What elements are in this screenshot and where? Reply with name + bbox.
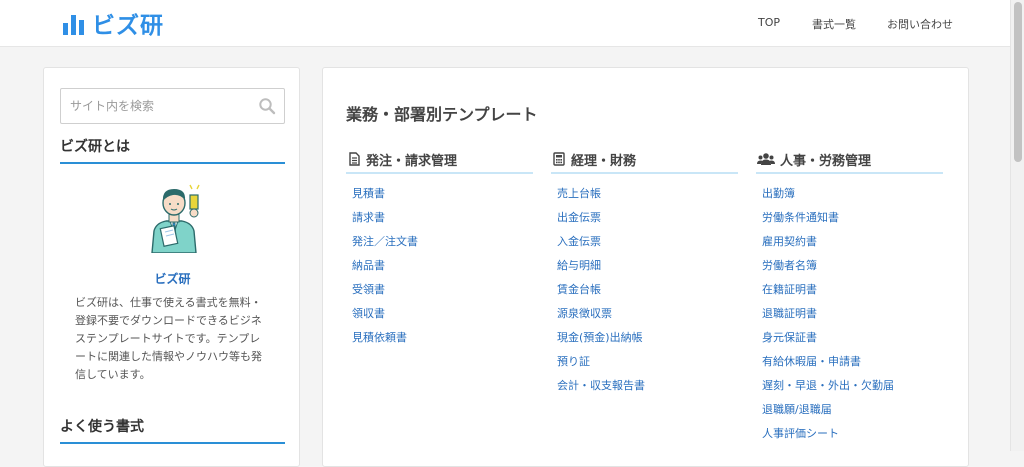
template-link[interactable]: 発注／注文書 [352,235,418,248]
search-box [60,88,285,124]
template-link[interactable]: 有給休暇届・申請書 [762,355,861,368]
category-title: 人事・労務管理 [780,153,872,169]
category-header: 発注・請求管理 [346,146,533,174]
template-link[interactable]: 人事評価シート [762,427,839,440]
document-icon [349,152,360,166]
template-link[interactable]: 在籍証明書 [762,283,817,296]
page-scrollbar[interactable] [1010,0,1024,451]
category-accounting-finance: 経理・財務 売上台帳 出金伝票 入金伝票 給与明細 賃金台帳 源泉徴収票 現金(… [551,146,738,400]
template-link-list: 売上台帳 出金伝票 入金伝票 給与明細 賃金台帳 源泉徴収票 現金(預金)出納帳… [551,184,738,400]
template-link-list: 見積書 請求書 発注／注文書 納品書 受領書 領収書 見積依頼書 [346,184,533,352]
sidebar: ビズ研とは ビズ研 ビズ研は、仕事で使える書式を無料・登録不要でダウンロードでき… [43,67,300,467]
template-link[interactable]: 売上台帳 [557,187,601,200]
businessman-illustration-icon [151,184,200,253]
template-link[interactable]: 雇用契約書 [762,235,817,248]
template-link[interactable]: 領収書 [352,307,385,320]
template-link[interactable]: 受領書 [352,283,385,296]
category-header: 経理・財務 [551,146,738,174]
nav-top-link[interactable]: TOP [758,16,780,29]
category-ordering-billing: 発注・請求管理 見積書 請求書 発注／注文書 納品書 受領書 領収書 見積依頼書 [346,146,533,352]
nav-format-list-link[interactable]: 書式一覧 [812,16,856,32]
template-link[interactable]: 入金伝票 [557,235,601,248]
template-link[interactable]: 給与明細 [557,259,601,272]
search-icon[interactable] [258,97,276,115]
scrollbar-thumb[interactable] [1014,2,1022,162]
about-description: ビズ研は、仕事で使える書式を無料・登録不要でダウンロードできるビジネステンプレー… [75,296,262,381]
template-link[interactable]: 納品書 [352,259,385,272]
top-nav: TOP 書式一覧 お問い合わせ [0,16,1010,32]
template-link[interactable]: 出金伝票 [557,211,601,224]
section-title: 業務・部署別テンプレート [346,105,538,124]
calculator-icon [553,152,565,166]
about-heading: ビズ研とは [60,138,285,164]
category-hr-labor: 人事・労務管理 出勤簿 労働条件通知書 雇用契約書 労働者名簿 在籍証明書 退職… [756,146,943,448]
template-link[interactable]: 会計・収支報告書 [557,379,645,392]
site-header: ビズ研 TOP 書式一覧 お問い合わせ [0,0,1010,47]
template-link[interactable]: 労働条件通知書 [762,211,839,224]
frequent-formats-heading: よく使う書式 [60,418,285,444]
template-link[interactable]: 労働者名簿 [762,259,817,272]
category-title: 経理・財務 [571,153,637,169]
template-link[interactable]: 預り証 [557,355,590,368]
category-header: 人事・労務管理 [756,146,943,174]
template-link[interactable]: 見積依頼書 [352,331,407,344]
template-link[interactable]: 退職証明書 [762,307,817,320]
category-title: 発注・請求管理 [366,153,458,169]
nav-contact-link[interactable]: お問い合わせ [887,16,953,32]
frequent-formats-heading-text: よく使う書式 [60,419,144,435]
template-link[interactable]: 現金(預金)出納帳 [557,331,643,344]
template-link[interactable]: 請求書 [352,211,385,224]
template-link[interactable]: 身元保証書 [762,331,817,344]
template-link[interactable]: 退職願/退職届 [762,403,832,416]
search-input[interactable] [61,89,251,123]
template-link[interactable]: 出勤簿 [762,187,795,200]
about-site-name: ビズ研 [154,272,191,286]
template-link[interactable]: 賃金台帳 [557,283,601,296]
about-heading-text: ビズ研とは [60,139,130,155]
main-content: 業務・部署別テンプレート 発注・請求管理 見積書 請求書 発注／注文書 納品書 … [322,67,969,467]
template-link-list: 出勤簿 労働条件通知書 雇用契約書 労働者名簿 在籍証明書 退職証明書 身元保証… [756,184,943,448]
template-link[interactable]: 遅刻・早退・外出・欠勤届 [762,379,894,392]
template-link[interactable]: 源泉徴収票 [557,307,612,320]
template-link[interactable]: 見積書 [352,187,385,200]
users-icon [757,153,775,165]
